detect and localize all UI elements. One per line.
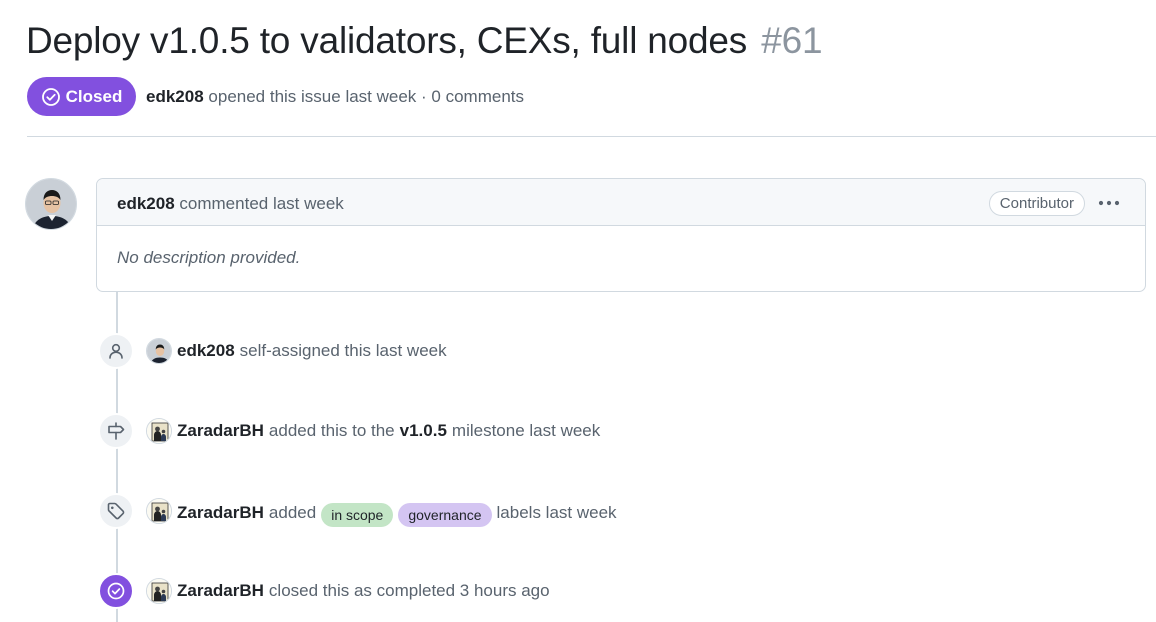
event-text: ZaradarBH added this to the v1.0.5 miles…	[177, 421, 605, 441]
issue-number: #61	[761, 20, 823, 61]
event-badge	[98, 493, 134, 529]
avatar[interactable]	[146, 418, 172, 444]
event-text: ZaradarBH added in scope governance labe…	[177, 501, 622, 527]
milestone-icon	[108, 422, 125, 440]
event-description: added this to the	[268, 421, 395, 440]
event-description: self-assigned this last week	[239, 341, 447, 360]
status-badge: Closed	[27, 77, 136, 116]
tag-icon	[107, 502, 125, 520]
milestone-link[interactable]: v1.0.5	[400, 421, 447, 440]
timeline-event-closed: ZaradarBH closed this as completed 3 hou…	[98, 573, 1098, 609]
person-icon	[109, 343, 123, 359]
author-link[interactable]: edk208	[146, 87, 204, 106]
header-divider	[27, 136, 1156, 137]
event-description-end: milestone last week	[451, 421, 601, 440]
timeline-event-labeled: ZaradarBH added in scope governance labe…	[98, 493, 1098, 529]
issue-title: Deploy v1.0.5 to validators, CEXs, full …	[26, 20, 823, 62]
label-governance[interactable]: governance	[398, 503, 492, 527]
actor-link[interactable]: ZaradarBH	[177, 421, 264, 440]
avatar[interactable]	[146, 498, 172, 524]
event-badge	[98, 573, 134, 609]
comment-header: edk208 commented last week Contributor	[97, 179, 1145, 226]
status-badge-label: Closed	[65, 86, 123, 106]
check-circle-icon	[41, 87, 60, 106]
event-text: edk208 self-assigned this last week	[177, 341, 452, 361]
event-description-end: labels last week	[496, 503, 617, 522]
comment-box: edk208 commented last week Contributor N…	[96, 178, 1146, 292]
comment-author-link[interactable]: edk208	[117, 194, 175, 213]
actor-link[interactable]: ZaradarBH	[177, 503, 264, 522]
timeline-event-milestone: ZaradarBH added this to the v1.0.5 miles…	[98, 413, 1098, 449]
event-text: ZaradarBH closed this as completed 3 hou…	[177, 581, 555, 601]
avatar[interactable]	[146, 578, 172, 604]
issue-meta: edk208 opened this issue last week · 0 c…	[146, 87, 524, 107]
issue-title-text: Deploy v1.0.5 to validators, CEXs, full …	[26, 20, 748, 61]
comment-author-line: edk208 commented last week	[117, 194, 344, 214]
label-in-scope[interactable]: in scope	[321, 503, 394, 527]
avatar[interactable]	[25, 178, 77, 230]
actor-link[interactable]: ZaradarBH	[177, 581, 264, 600]
comment-action[interactable]: commented last week	[179, 194, 343, 213]
event-badge	[98, 333, 134, 369]
event-description: added	[268, 503, 317, 522]
actor-link[interactable]: edk208	[177, 341, 235, 360]
comment-body: No description provided.	[117, 248, 301, 267]
opened-text: opened this issue last week · 0 comments	[208, 87, 525, 106]
timeline-event-assigned: edk208 self-assigned this last week	[98, 333, 1098, 369]
event-badge	[98, 413, 134, 449]
event-description: closed this as completed 3 hours ago	[268, 581, 550, 600]
check-circle-icon	[107, 582, 125, 600]
contributor-badge: Contributor	[988, 191, 1085, 216]
more-options-button[interactable]	[1097, 191, 1121, 215]
avatar[interactable]	[146, 338, 172, 364]
kebab-horizontal-icon	[1098, 200, 1120, 206]
